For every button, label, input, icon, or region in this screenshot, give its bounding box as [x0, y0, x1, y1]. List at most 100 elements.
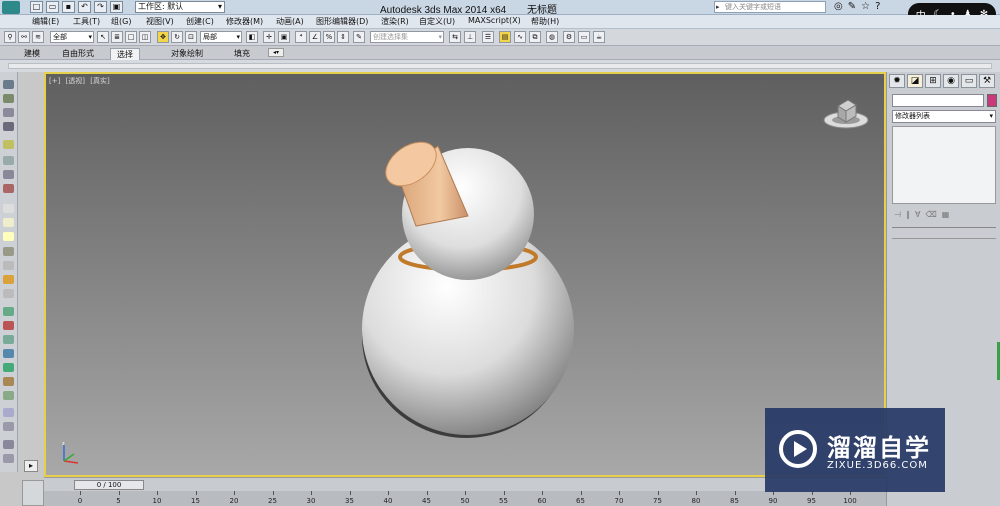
- drop-icon[interactable]: [3, 261, 14, 270]
- menu-maxscript[interactable]: MAXScript(X): [468, 16, 521, 25]
- bulb-icon[interactable]: [3, 232, 14, 241]
- select-object-icon[interactable]: ↖: [97, 31, 109, 43]
- help-icon[interactable]: ?: [875, 1, 880, 12]
- hammer-icon[interactable]: [3, 377, 14, 386]
- new-file-icon[interactable]: □: [30, 1, 43, 13]
- search-input[interactable]: 键入关键字或短语: [714, 1, 826, 13]
- keyboard-shortcut-icon[interactable]: ▣: [278, 31, 290, 43]
- expand-arrow-icon[interactable]: ▸: [24, 460, 38, 472]
- edit-named-selection-icon[interactable]: ✎: [353, 31, 365, 43]
- menu-customize[interactable]: 自定义(U): [419, 16, 455, 27]
- bind-spacewarp-icon[interactable]: ≋: [32, 31, 44, 43]
- hierarchy-tab-icon[interactable]: ⊞: [925, 74, 941, 88]
- tab-freeform[interactable]: 自由形式: [56, 48, 100, 59]
- motion-tab-icon[interactable]: ◉: [943, 74, 959, 88]
- open-file-icon[interactable]: ▭: [46, 1, 59, 13]
- circle-icon[interactable]: [3, 289, 14, 298]
- ribbon-options-icon[interactable]: ◂▾: [268, 48, 284, 57]
- lamp-icon[interactable]: [3, 335, 14, 344]
- menu-animation[interactable]: 动画(A): [276, 16, 304, 27]
- perspective-viewport[interactable]: [+] [透视] [真实] z: [44, 72, 886, 477]
- tab-object-paint[interactable]: 对象绘制: [165, 48, 209, 59]
- pin-stack-icon[interactable]: ⊣: [894, 210, 901, 219]
- sphere-light-icon[interactable]: [3, 218, 14, 227]
- brush-icon[interactable]: [3, 184, 14, 193]
- mirror-icon[interactable]: ⇆: [449, 31, 461, 43]
- menu-group[interactable]: 组(G): [111, 16, 131, 27]
- schematic-view-icon[interactable]: ⧉: [529, 31, 541, 43]
- workspace-dropdown[interactable]: 工作区: 默认: [135, 1, 225, 13]
- render-setup-icon[interactable]: ⚙: [563, 31, 575, 43]
- cloud-icon[interactable]: [3, 156, 14, 165]
- menu-rendering[interactable]: 渲染(R): [381, 16, 409, 27]
- tree-icon[interactable]: [3, 363, 14, 372]
- window-crossing-icon[interactable]: ◫: [139, 31, 151, 43]
- menu-tools[interactable]: 工具(T): [73, 16, 100, 27]
- redo-icon[interactable]: ↷: [94, 1, 107, 13]
- align-icon[interactable]: ⊥: [464, 31, 476, 43]
- object-color-swatch[interactable]: [987, 94, 997, 107]
- time-slider[interactable]: 0 / 100: [74, 480, 144, 490]
- modify-tab-icon[interactable]: ◪: [907, 74, 923, 88]
- shapes-icon[interactable]: [3, 170, 14, 179]
- rendered-frame-icon[interactable]: ▭: [578, 31, 590, 43]
- globe-icon[interactable]: [3, 349, 14, 358]
- list-icon[interactable]: [3, 108, 14, 117]
- save-icon[interactable]: ▪: [62, 1, 75, 13]
- menu-create[interactable]: 创建(C): [186, 16, 214, 27]
- snaps-toggle-icon[interactable]: ⁴: [295, 31, 307, 43]
- tab-modeling[interactable]: 建模: [18, 48, 46, 59]
- layer-manager-icon[interactable]: ☰: [482, 31, 494, 43]
- render-production-icon[interactable]: ☕: [593, 31, 605, 43]
- dash-icon[interactable]: [3, 204, 14, 213]
- menu-views[interactable]: 视图(V): [146, 16, 174, 27]
- material-editor-icon[interactable]: ◍: [546, 31, 558, 43]
- angle-snap-icon[interactable]: ∠: [309, 31, 321, 43]
- menu-help[interactable]: 帮助(H): [531, 16, 559, 27]
- named-selection-dropdown[interactable]: 创建选择集: [370, 31, 444, 43]
- pencil-icon[interactable]: [3, 321, 14, 330]
- app-logo-icon[interactable]: [2, 1, 20, 14]
- leaf-icon[interactable]: [3, 391, 14, 400]
- select-move-icon[interactable]: ✥: [157, 31, 169, 43]
- select-rotate-icon[interactable]: ↻: [171, 31, 183, 43]
- paint-icon[interactable]: [3, 140, 14, 149]
- spinner-snap-icon[interactable]: ⇕: [337, 31, 349, 43]
- display-tab-icon[interactable]: ▭: [961, 74, 977, 88]
- menu-graph-editors[interactable]: 图形编辑器(D): [316, 16, 368, 27]
- link-icon[interactable]: ⚲: [4, 31, 16, 43]
- track-bar[interactable]: 0 5 10 15 20 25 30 35 40 45 50 55 60 65 70 75 80 85 90 95 10…: [44, 491, 886, 506]
- graphite-toggle-icon[interactable]: ▤: [499, 31, 511, 43]
- create-tab-icon[interactable]: ✹: [889, 74, 905, 88]
- remove-modifier-icon[interactable]: ⌫: [925, 210, 936, 219]
- select-by-name-icon[interactable]: ≣: [111, 31, 123, 43]
- tab-selection[interactable]: 选择: [110, 48, 140, 60]
- pivot-center-icon[interactable]: ◧: [246, 31, 258, 43]
- hat-icon[interactable]: [3, 247, 14, 256]
- layers-icon[interactable]: [3, 94, 14, 103]
- sun-icon[interactable]: [3, 275, 14, 284]
- hold-icon[interactable]: ▣: [110, 1, 123, 13]
- gourd-model[interactable]: [46, 74, 886, 477]
- select-tool-icon[interactable]: [3, 80, 14, 89]
- show-end-result-icon[interactable]: ‖: [906, 210, 910, 219]
- utilities-tab-icon[interactable]: ⚒: [979, 74, 995, 88]
- layers-stack-icon[interactable]: [3, 307, 14, 316]
- favorites-icon[interactable]: ☆: [861, 1, 870, 12]
- object-name-field[interactable]: [892, 94, 984, 107]
- grid-icon[interactable]: [3, 440, 14, 449]
- unlink-icon[interactable]: ⚯: [18, 31, 30, 43]
- select-scale-icon[interactable]: ⊡: [185, 31, 197, 43]
- communication-icon[interactable]: ✎: [848, 1, 856, 12]
- stairs-icon[interactable]: [3, 422, 14, 431]
- scene-explorer-icon[interactable]: [3, 122, 14, 131]
- tab-populate[interactable]: 填充: [228, 48, 256, 59]
- rect-selection-icon[interactable]: □: [125, 31, 137, 43]
- curve-editor-icon[interactable]: ∿: [514, 31, 526, 43]
- undo-icon[interactable]: ↶: [78, 1, 91, 13]
- ball-icon[interactable]: [3, 408, 14, 417]
- make-unique-icon[interactable]: ∀: [915, 210, 920, 219]
- select-manipulate-icon[interactable]: ✛: [263, 31, 275, 43]
- menu-modifiers[interactable]: 修改器(M): [226, 16, 263, 27]
- percent-snap-icon[interactable]: %: [323, 31, 335, 43]
